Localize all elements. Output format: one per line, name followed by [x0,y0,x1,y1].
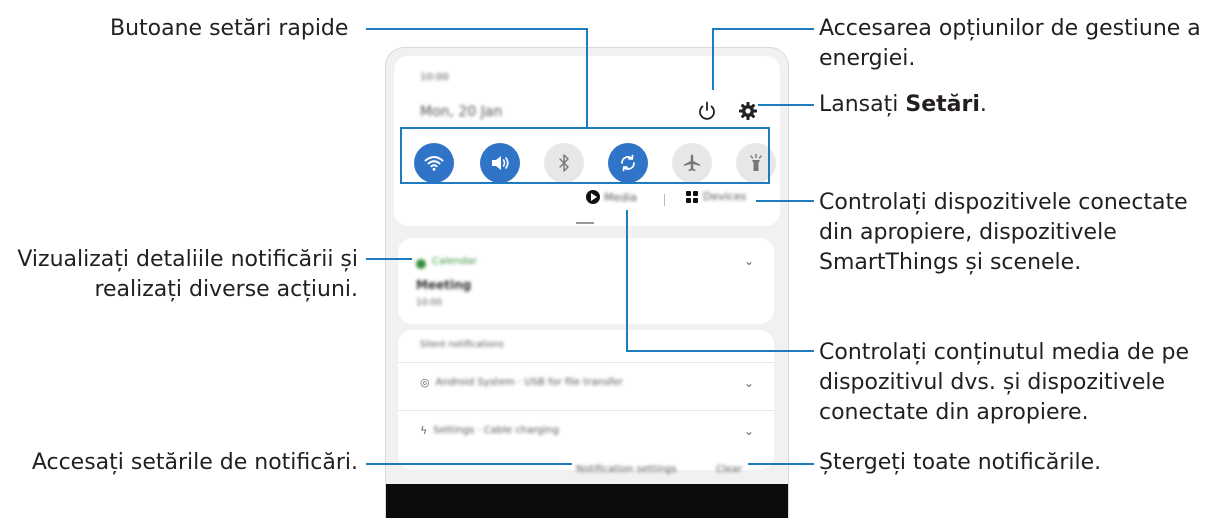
meeting-time: 10:00 [416,298,442,308]
callout-media-line1: Controlați conținutul media de pe [819,340,1190,365]
chevron-down-icon[interactable]: ⌄ [744,376,754,390]
leader-line [366,463,572,465]
callout-devices-line1: Controlați dispozitivele conectate [819,190,1188,215]
date-label: Mon, 20 Jan [420,104,503,120]
leader-line [712,28,814,30]
notification-settings-button[interactable]: Notification settings [576,464,676,475]
callout-notif-details-line2: realizați diverse acțiuni. [94,277,358,302]
chevron-down-icon[interactable]: ⌄ [744,424,754,438]
callout-settings-prefix: Lansați [819,92,906,117]
status-time: 10:00 [420,72,449,83]
media-button[interactable]: Media [586,190,637,204]
android-system-icon: ◎ [420,376,430,389]
leader-line [586,28,588,128]
calendar-notification-card[interactable]: Calendar ⌄ Meeting 10:00 [398,238,774,324]
callout-power-line2: energiei. [819,46,916,71]
media-divider [664,194,665,206]
quick-settings-highlight [400,127,770,184]
navigation-bar [386,484,788,518]
calendar-app-icon [416,259,426,269]
notification-row[interactable]: ◎ Android System · USB for file transfer [420,376,623,389]
callout-settings-bold: Setări [905,92,980,117]
leader-line [366,258,412,260]
leader-line [756,200,814,202]
callout-power: Accesarea opțiunilor de gestiune a energ… [819,14,1201,74]
meeting-title: Meeting [416,278,472,292]
leader-line [758,104,814,106]
callout-notification-details: Vizualizați detaliile notificării și rea… [17,245,358,305]
leader-line [626,210,628,352]
callout-settings-suffix: . [979,92,987,117]
notification-text-1: Android System · USB for file transfer [435,377,623,388]
power-icon[interactable] [694,98,720,124]
devices-grid-icon [686,190,698,203]
callout-devices-line3: SmartThings și scenele. [819,250,1082,275]
media-devices-row: Media Devices [386,186,788,210]
callout-media-line2: dispozitivul dvs. și dispozitivele [819,370,1165,395]
callout-clear-all: Ștergeți toate notificările. [819,450,1102,475]
leader-line [712,28,714,90]
callout-settings: Lansați Setări. [819,90,987,120]
media-label: Media [604,190,638,204]
callout-notif-details-line1: Vizualizați detaliile notificării și [17,247,358,272]
leader-line [748,463,814,465]
callout-media-line3: conectate din apropiere. [819,400,1089,425]
notification-text-2: Settings · Cable charging [433,425,560,436]
gear-icon[interactable] [736,99,760,123]
silent-divider [398,362,774,363]
callout-power-line1: Accesarea opțiunilor de gestiune a [819,16,1201,41]
callout-devices-line2: din apropiere, dispozitivele [819,220,1117,245]
callout-media: Controlați conținutul media de pe dispoz… [819,338,1189,428]
notification-row[interactable]: ϟ Settings · Cable charging [420,424,559,437]
notification-divider [398,410,774,411]
callout-notification-settings: Accesați setările de notificări. [31,450,358,475]
silent-header: Silent notifications [420,340,504,350]
clear-button[interactable]: Clear [716,464,742,475]
calendar-app-name: Calendar [432,256,477,267]
play-icon [586,190,600,204]
panel-drag-handle[interactable] [576,222,594,224]
devices-label: Devices [703,190,747,203]
leader-line [626,350,814,352]
charging-icon: ϟ [420,424,428,437]
chevron-down-icon[interactable]: ⌄ [744,254,754,268]
devices-button[interactable]: Devices [686,190,746,203]
leader-line [366,28,588,30]
callout-devices: Controlați dispozitivele conectate din a… [819,188,1188,278]
callout-quick-settings: Butoane setări rapide [110,16,349,41]
